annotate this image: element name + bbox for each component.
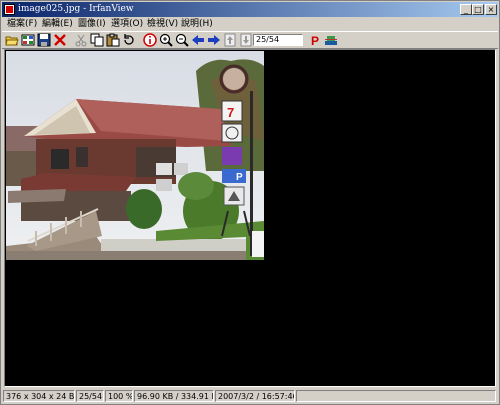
- maximize-button[interactable]: □: [472, 4, 484, 15]
- app-window: image025.jpg - IrfanView _ □ × 檔案(F) 編輯(…: [0, 0, 500, 405]
- title-bar[interactable]: image025.jpg - IrfanView _ □ ×: [2, 2, 498, 17]
- thumbnails-icon[interactable]: [21, 33, 35, 47]
- svg-text:P: P: [311, 34, 319, 47]
- undo-icon[interactable]: [122, 33, 136, 47]
- last-page-icon[interactable]: [239, 33, 253, 47]
- next-icon[interactable]: [207, 33, 221, 47]
- cut-icon[interactable]: [74, 33, 88, 47]
- photo-image: 7 P: [6, 51, 264, 260]
- menu-bar: 檔案(F) 編輯(E) 圖像(I) 選項(O) 檢視(V) 說明(H): [2, 17, 498, 31]
- irfanview-app-icon[interactable]: [4, 4, 15, 15]
- info-icon[interactable]: [143, 33, 157, 47]
- svg-text:P: P: [236, 172, 243, 183]
- menu-view[interactable]: 檢視(V): [147, 18, 178, 30]
- svg-text:7: 7: [227, 105, 234, 120]
- status-dimensions: 376 x 304 x 24 BPP: [3, 390, 75, 402]
- menu-file[interactable]: 檔案(F): [7, 18, 37, 30]
- first-page-icon[interactable]: [223, 33, 237, 47]
- zoom-out-icon[interactable]: [175, 33, 189, 47]
- status-filesize: 96.90 KB / 334.91 KB: [134, 390, 214, 402]
- paint-icon[interactable]: P: [309, 33, 323, 47]
- paste-icon[interactable]: [106, 33, 120, 47]
- toolbar: 25/54 P: [2, 31, 498, 49]
- status-index: 25/54: [76, 390, 104, 402]
- status-empty: [296, 390, 496, 402]
- status-zoom: 100 %: [105, 390, 133, 402]
- copy-icon[interactable]: [90, 33, 104, 47]
- save-icon[interactable]: [37, 33, 51, 47]
- image-view[interactable]: 7 P: [4, 49, 496, 387]
- status-datetime: 2007/3/2 / 16:57:46: [215, 390, 295, 402]
- status-bar: 376 x 304 x 24 BPP 25/54 100 % 96.90 KB …: [2, 389, 498, 403]
- minimize-button[interactable]: _: [460, 4, 472, 15]
- delete-icon[interactable]: [53, 33, 67, 47]
- menu-image[interactable]: 圖像(I): [78, 18, 106, 30]
- menu-help[interactable]: 說明(H): [181, 18, 213, 30]
- menu-edit[interactable]: 編輯(E): [42, 18, 73, 30]
- window-title: image025.jpg - IrfanView: [18, 4, 134, 14]
- open-folder-icon[interactable]: [5, 33, 19, 47]
- close-button[interactable]: ×: [485, 4, 497, 15]
- zoom-in-icon[interactable]: [159, 33, 173, 47]
- scan-icon[interactable]: [324, 33, 338, 47]
- previous-icon[interactable]: [191, 33, 205, 47]
- menu-options[interactable]: 選項(O): [111, 18, 143, 30]
- page-number-field[interactable]: 25/54: [253, 34, 303, 46]
